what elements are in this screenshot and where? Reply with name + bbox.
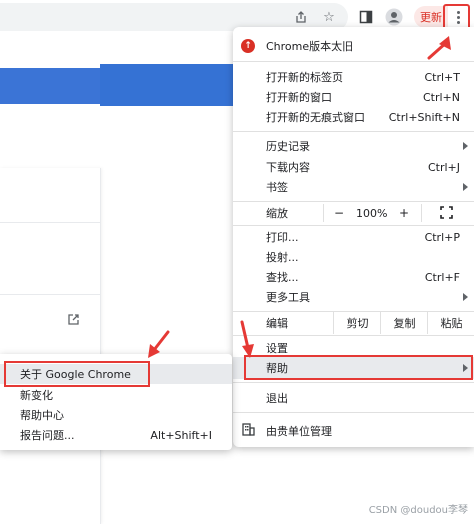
cut-button[interactable]: 剪切 <box>333 312 381 334</box>
annotation-arrow-about <box>148 330 170 358</box>
zoom-in-button[interactable]: + <box>399 206 409 220</box>
watermark: CSDN @doudou李琴 <box>368 505 468 516</box>
annotation-box-about <box>4 361 150 387</box>
external-link-icon[interactable] <box>66 312 80 326</box>
menu-item-edit: 编辑 剪切 复制 粘贴 <box>233 312 474 334</box>
submenu-item-help-center[interactable]: 帮助中心 <box>0 405 232 425</box>
menu-item-print[interactable]: 打印... Ctrl+P <box>233 226 474 248</box>
chrome-main-menu: ↑ Chrome版本太旧 打开新的标签页 Ctrl+T 打开新的窗口 Ctrl+… <box>233 27 474 447</box>
profile-icon[interactable] <box>384 7 404 27</box>
menu-item-history[interactable]: 历史记录 <box>233 135 474 157</box>
submenu-item-report-issue[interactable]: 报告问题... Alt+Shift+I <box>0 425 232 445</box>
menu-item-cast[interactable]: 投射... <box>233 246 474 268</box>
submenu-item-whats-new[interactable]: 新变化 <box>0 385 232 405</box>
menu-item-managed[interactable]: 由贵单位管理 <box>233 420 474 442</box>
menu-item-find[interactable]: 查找... Ctrl+F <box>233 266 474 288</box>
share-icon[interactable] <box>291 7 311 27</box>
chevron-right-icon <box>463 183 468 191</box>
zoom-out-button[interactable]: − <box>334 206 344 220</box>
fullscreen-icon[interactable] <box>440 206 453 222</box>
menu-item-new-tab[interactable]: 打开新的标签页 Ctrl+T <box>233 66 474 88</box>
update-label: 更新 <box>420 11 442 24</box>
paste-button[interactable]: 粘贴 <box>427 312 474 334</box>
page-banner-strip <box>100 64 234 106</box>
menu-item-bookmarks[interactable]: 书签 <box>233 176 474 198</box>
building-icon <box>242 423 255 439</box>
star-icon[interactable]: ☆ <box>319 7 339 27</box>
menu-item-incognito[interactable]: 打开新的无痕式窗口 Ctrl+Shift+N <box>233 106 474 128</box>
menu-item-new-window[interactable]: 打开新的窗口 Ctrl+N <box>233 86 474 108</box>
annotation-arrow-help <box>240 320 254 358</box>
menu-item-more-tools[interactable]: 更多工具 <box>233 286 474 308</box>
page-card <box>0 168 101 524</box>
annotation-arrow-kebab <box>427 36 451 60</box>
zoom-value: 100% <box>356 206 388 220</box>
annotation-box-help <box>244 355 473 380</box>
menu-item-downloads[interactable]: 下载内容 Ctrl+J <box>233 156 474 178</box>
side-panel-icon[interactable] <box>356 7 376 27</box>
menu-item-exit[interactable]: 退出 <box>233 387 474 409</box>
chevron-right-icon <box>463 142 468 150</box>
update-alert-icon: ↑ <box>241 39 255 53</box>
page-banner <box>0 68 100 104</box>
chevron-right-icon <box>463 293 468 301</box>
menu-item-zoom: 缩放 − 100% + <box>233 202 474 224</box>
copy-button[interactable]: 复制 <box>380 312 428 334</box>
